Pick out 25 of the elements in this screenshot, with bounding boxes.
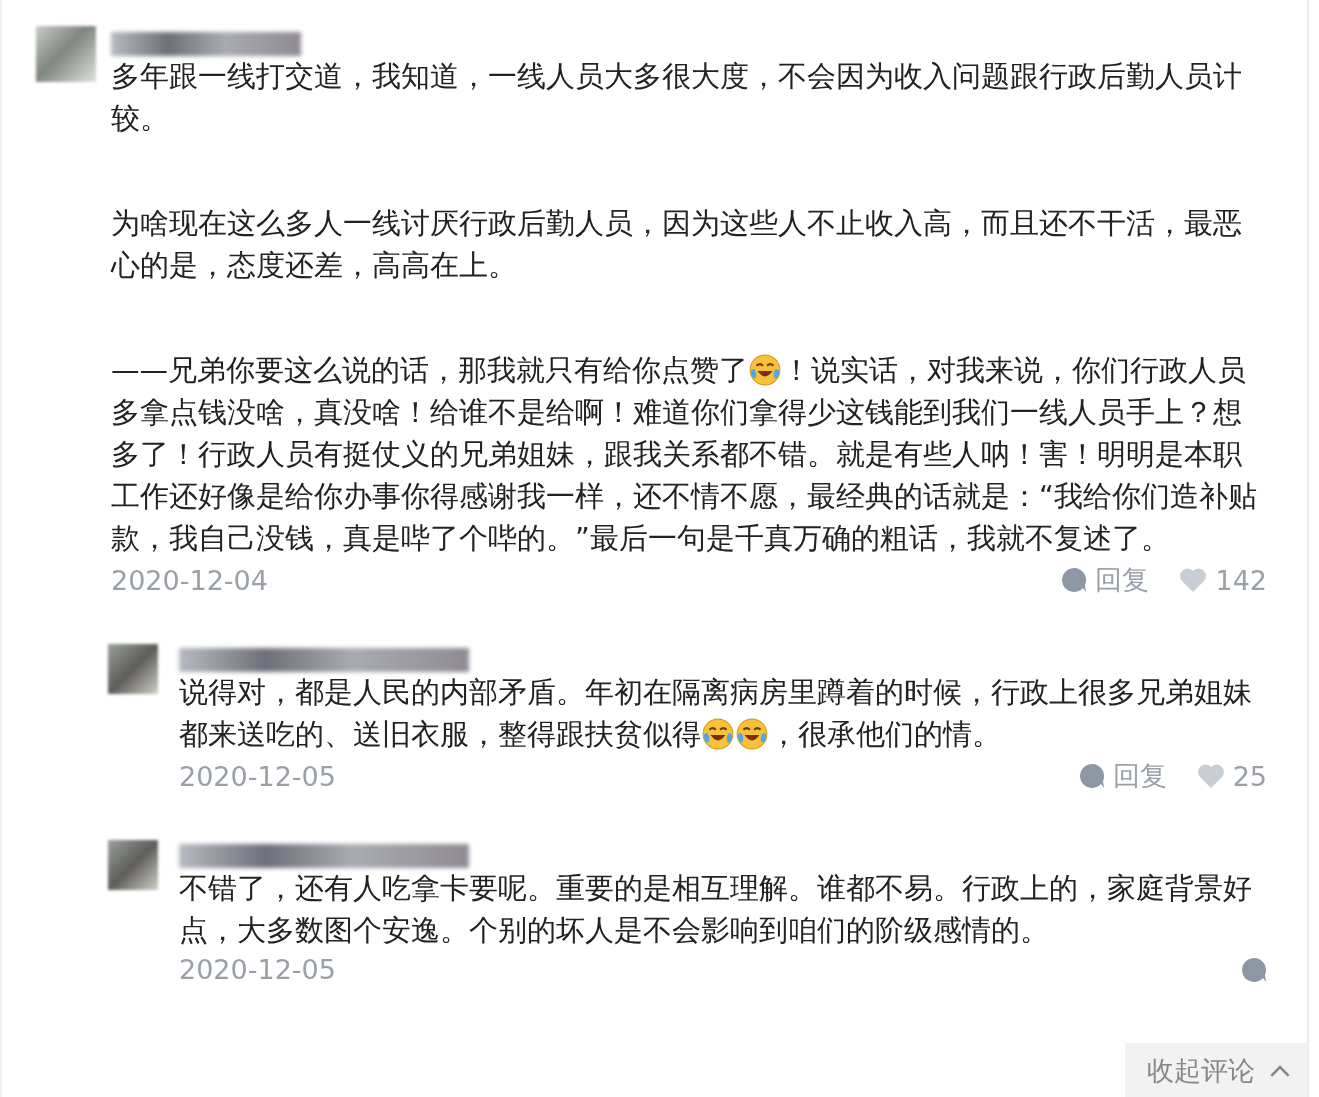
caret-icon	[1269, 1064, 1291, 1078]
like-count: 25	[1232, 760, 1267, 792]
avatar[interactable]	[108, 840, 158, 890]
comment-text: 为啥现在这么多人一线讨厌行政后勤人员，因为这些人不止收入高，而且还不干活，最恶心的是，态度还差，高高在上。	[111, 206, 1243, 284]
speech-bubble-icon[interactable]	[1078, 763, 1105, 789]
avatar[interactable]	[108, 644, 158, 694]
speech-bubble-icon[interactable]	[1241, 956, 1267, 983]
comment-text: 说得对，都是人民的内部矛盾。年初在隔离病房里蹲着的时候，行政上很多兄弟姐妹都来送吃的、送旧衣服，整得跟扶贫似得 ，很承他们的情。	[179, 675, 1253, 753]
heart-icon[interactable]	[1196, 763, 1225, 789]
reply-link[interactable]: 回复	[1112, 758, 1167, 794]
laughing-tears-emoji-icon	[748, 353, 782, 387]
comment-text: 多年跟一线打交道，我知道，一线人员大多很大度，不会因为收入问题跟行政后勤人员计较。	[111, 59, 1243, 137]
reply-link[interactable]: 回复	[1095, 562, 1150, 598]
comment-date: 2020-12-05	[179, 954, 337, 985]
laughing-tears-emoji-icon	[701, 717, 735, 751]
collapse-comments-button[interactable]: 收起评论	[1125, 1043, 1307, 1097]
laughing-tears-emoji-icon	[735, 717, 769, 751]
heart-icon[interactable]	[1179, 567, 1208, 593]
comment-date: 2020-12-04	[111, 564, 269, 596]
like-count: 142	[1215, 564, 1267, 596]
avatar[interactable]	[36, 26, 96, 82]
comment-text: 不错了，还有人吃拿卡要呢。重要的是相互理解。谁都不易。行政上的，家庭背景好点，大多数图个安逸。个别的坏人是不会影响到咱们的阶级感情的。	[179, 871, 1253, 949]
comment-text: ——兄弟你要这么说的话，那我就只有给你点赞了 ！说实话，对我来说，你们行政人员多拿点钱没啥，真没啥！给谁不是给啊！难道你们拿得少这钱能到我们一线人员手上？想多了！行政人员有挺仗义的兄弟姐妹，跟我关系都不错。就是有些人呐！害！明明是本职工作还好像是给你办事你得感谢我一样，还不情不愿，最经典的话就是：“我给你们造补贴款，我自己没钱，真是哔了个哔的。”最后一句是千真万确的粗话，我就不复述了。	[111, 352, 1258, 557]
speech-bubble-icon[interactable]	[1061, 567, 1088, 593]
comment-date: 2020-12-05	[179, 760, 337, 792]
